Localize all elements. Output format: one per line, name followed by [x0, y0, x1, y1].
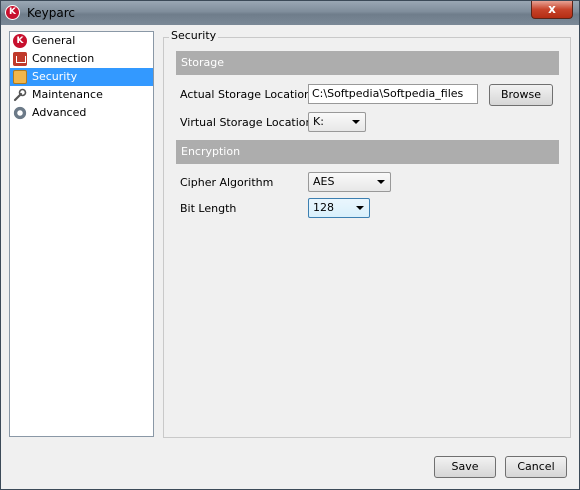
settings-nav: K General Connection Security Maintenanc…	[9, 31, 154, 437]
storage-section-header: Storage	[176, 51, 559, 75]
cipher-algorithm-label: Cipher Algorithm	[180, 176, 274, 189]
connection-icon	[13, 52, 27, 66]
cancel-button[interactable]: Cancel	[505, 456, 567, 478]
sidebar-item-connection[interactable]: Connection	[10, 50, 153, 68]
actual-storage-field[interactable]: C:\Softpedia\Softpedia_files	[308, 84, 478, 104]
virtual-storage-label: Virtual Storage Location	[180, 116, 313, 129]
sidebar-item-label: Security	[32, 70, 78, 83]
sidebar-item-label: General	[32, 34, 76, 47]
close-button[interactable]: x	[531, 1, 573, 19]
chevron-down-icon	[377, 180, 385, 184]
chevron-down-icon	[352, 120, 360, 124]
cipher-algorithm-value: AES	[313, 175, 335, 188]
virtual-storage-value: K:	[313, 115, 324, 128]
panel-title: Security	[169, 29, 219, 42]
actual-storage-label: Actual Storage Location	[180, 88, 312, 101]
browse-button[interactable]: Browse	[489, 84, 553, 106]
bit-length-value: 128	[313, 201, 334, 214]
sidebar-item-security[interactable]: Security	[10, 68, 153, 86]
cipher-algorithm-dropdown[interactable]: AES	[308, 172, 391, 192]
sidebar-item-advanced[interactable]: Advanced	[10, 104, 153, 122]
virtual-storage-dropdown[interactable]: K:	[308, 112, 366, 132]
sidebar-item-label: Connection	[32, 52, 95, 65]
sidebar-item-maintenance[interactable]: Maintenance	[10, 86, 153, 104]
title-bar[interactable]: K Keyparc x	[1, 1, 579, 25]
sidebar-item-label: Maintenance	[32, 88, 103, 101]
bit-length-dropdown[interactable]: 128	[308, 198, 370, 218]
sidebar-item-label: Advanced	[32, 106, 87, 119]
settings-window: K Keyparc x K General Connection Securit…	[0, 0, 580, 490]
window-title: Keyparc	[27, 6, 75, 20]
sidebar-item-general[interactable]: K General	[10, 32, 153, 50]
keyparc-logo-icon: K	[13, 34, 27, 48]
bit-length-label: Bit Length	[180, 202, 237, 215]
wrench-icon	[13, 88, 27, 102]
security-icon	[13, 70, 27, 84]
save-button[interactable]: Save	[434, 456, 496, 478]
keyparc-logo-icon: K	[5, 5, 20, 20]
gear-icon	[13, 106, 27, 120]
chevron-down-icon	[356, 206, 364, 210]
encryption-section-header: Encryption	[176, 140, 559, 164]
